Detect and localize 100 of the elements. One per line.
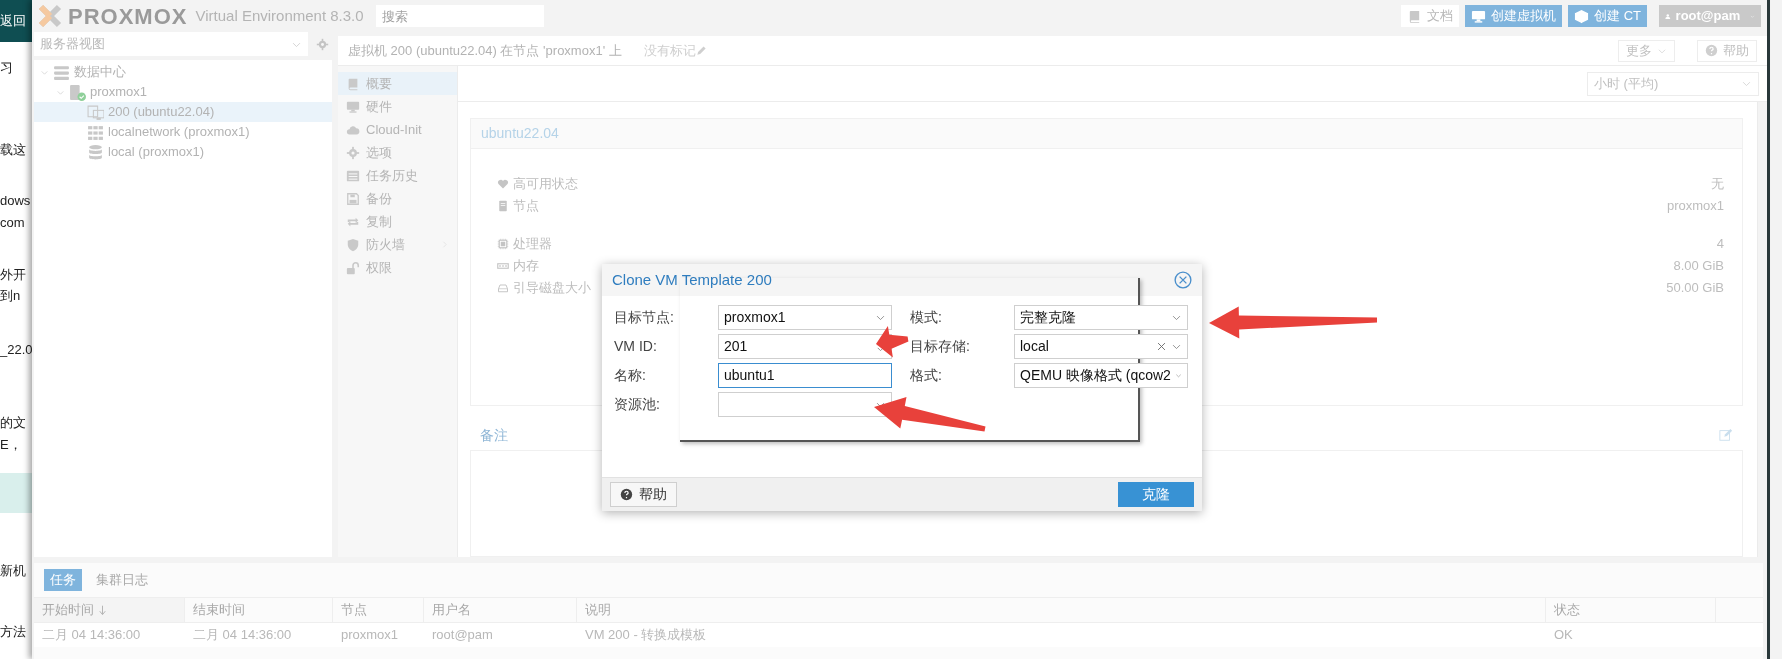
- help-icon: [1705, 44, 1718, 57]
- menu-item[interactable]: 权限: [338, 256, 457, 279]
- field-label: 目标节点:: [614, 308, 675, 327]
- search-field[interactable]: 搜索: [375, 5, 544, 27]
- clone-button[interactable]: 克隆: [1118, 482, 1194, 507]
- monitor-icon: [87, 103, 104, 121]
- page-text: com: [0, 215, 25, 231]
- server-icon: [497, 200, 509, 212]
- page-text: dows: [0, 193, 31, 209]
- column-header[interactable]: 用户名: [424, 598, 577, 622]
- server-online-icon: [69, 83, 86, 101]
- sort-down-icon: [97, 604, 108, 616]
- help-button[interactable]: 帮助: [610, 482, 677, 507]
- tree-label: localnetwork (proxmox1): [108, 123, 250, 142]
- chip-icon: [497, 238, 509, 250]
- cube-icon: [1574, 8, 1590, 24]
- back-link[interactable]: 返回: [0, 11, 26, 31]
- gear-icon: [315, 37, 329, 51]
- help-icon: [620, 488, 633, 501]
- panel-title: 备注: [480, 425, 508, 445]
- logo-icon: [38, 4, 62, 28]
- menu-item[interactable]: 复制: [338, 210, 457, 233]
- memory-icon: [497, 260, 509, 272]
- column-header[interactable]: 说明: [577, 598, 1546, 622]
- input-field[interactable]: ubuntu1: [718, 363, 892, 388]
- dropdown-field[interactable]: proxmox1: [718, 305, 892, 330]
- grid-icon: [87, 123, 104, 141]
- field-label: 资源池:: [614, 395, 661, 414]
- timeframe-selector[interactable]: 小时 (平均): [1587, 71, 1759, 96]
- server-rack-icon: [53, 63, 70, 81]
- edit-icon: [1719, 428, 1733, 442]
- table-cell-text: OK: [1553, 626, 1574, 645]
- content-title: 虚拟机 200 (ubuntu22.04) 在节点 'proxmox1' 上: [348, 41, 622, 60]
- arrow: [876, 325, 909, 358]
- page-text: 新机: [0, 563, 26, 579]
- dialog-title: Clone VM Template 200: [612, 269, 772, 290]
- dropdown-field[interactable]: [718, 392, 892, 417]
- column-header[interactable]: 节点: [333, 598, 424, 622]
- menu-item[interactable]: 概要: [338, 72, 457, 95]
- tab[interactable]: 任务: [44, 569, 82, 591]
- tree-item[interactable]: 200 (ubuntu22.04): [34, 102, 332, 122]
- column-header[interactable]: 状态: [1546, 598, 1716, 622]
- summary-value: 50.00 GiB: [1666, 279, 1724, 298]
- create-button[interactable]: 创建 CT: [1568, 5, 1647, 27]
- menu-item[interactable]: 备份: [338, 187, 457, 210]
- view-selector[interactable]: 服务器视图: [34, 32, 308, 56]
- table-cell-text: VM 200 - 转换成模板: [584, 626, 708, 645]
- page-text: 载这: [0, 142, 26, 158]
- menu-item[interactable]: 硬件: [338, 95, 457, 118]
- list-icon: [346, 168, 360, 183]
- summary-value: 4: [1716, 235, 1724, 254]
- menu-item[interactable]: 选项: [338, 141, 457, 164]
- tree-label: local (proxmox1): [108, 143, 205, 162]
- tree-label: 200 (ubuntu22.04): [108, 103, 215, 122]
- dropdown-field[interactable]: QEMU 映像格式 (qcow2: [1014, 363, 1188, 388]
- pencil-icon: [695, 45, 707, 56]
- page-text: 方法: [0, 624, 26, 640]
- docs-button[interactable]: 文档: [1401, 5, 1460, 27]
- menu-item[interactable]: Cloud-Init: [338, 118, 457, 141]
- dropdown-field[interactable]: 完整克隆: [1014, 305, 1188, 330]
- book-icon: [346, 76, 360, 91]
- unlock-icon: [346, 260, 360, 275]
- more-button[interactable]: 更多: [1618, 39, 1675, 62]
- summary-label: 内存: [513, 257, 539, 276]
- page-text: 习: [0, 60, 13, 76]
- tree-item[interactable]: localnetwork (proxmox1): [34, 122, 332, 142]
- page-text: 的文: [0, 415, 26, 431]
- field-label: 名称:: [614, 366, 647, 385]
- tree-label: 数据中心: [74, 63, 126, 82]
- gear-icon: [346, 145, 360, 160]
- page-text: 外开: [0, 267, 26, 283]
- monitor-icon: [346, 99, 360, 114]
- tree-item[interactable]: local (proxmox1): [34, 142, 332, 162]
- logo-text: PROXMOX: [68, 2, 188, 31]
- panel-title: ubuntu22.04: [481, 124, 559, 143]
- task-row[interactable]: 二月 04 14:36:00 二月 04 14:36:00 proxmox1 root@pam VM 200 - 转换成模板 OK: [34, 623, 1763, 647]
- number-field[interactable]: 201: [718, 334, 892, 359]
- column-header[interactable]: 开始时间: [34, 598, 185, 622]
- field-label: 格式:: [910, 366, 943, 385]
- dropdown-field[interactable]: local: [1014, 334, 1188, 359]
- column-header[interactable]: 结束时间: [185, 598, 333, 622]
- field-label: 模式:: [910, 308, 943, 327]
- floppy-icon: [346, 191, 360, 206]
- page-text: 到n: [0, 288, 21, 304]
- tree-item[interactable]: 数据中心: [34, 62, 332, 82]
- tree-item[interactable]: proxmox1: [34, 82, 332, 102]
- tree-label: proxmox1: [90, 83, 148, 102]
- heartbeat-icon: [497, 178, 509, 190]
- summary-label: 高可用状态: [513, 175, 578, 194]
- database-icon: [87, 143, 104, 161]
- tab[interactable]: 集群日志: [90, 569, 154, 591]
- create-button[interactable]: 创建虚拟机: [1465, 5, 1563, 27]
- menu-item[interactable]: 任务历史: [338, 164, 457, 187]
- table-cell-text: root@pam: [431, 626, 494, 645]
- close-icon: [1174, 271, 1192, 289]
- table-cell-text: proxmox1: [340, 626, 400, 645]
- menu-item[interactable]: 防火墙: [338, 233, 457, 256]
- close-button[interactable]: [1174, 271, 1192, 289]
- summary-value: proxmox1: [1666, 197, 1724, 216]
- help-button[interactable]: 帮助: [1697, 39, 1757, 62]
